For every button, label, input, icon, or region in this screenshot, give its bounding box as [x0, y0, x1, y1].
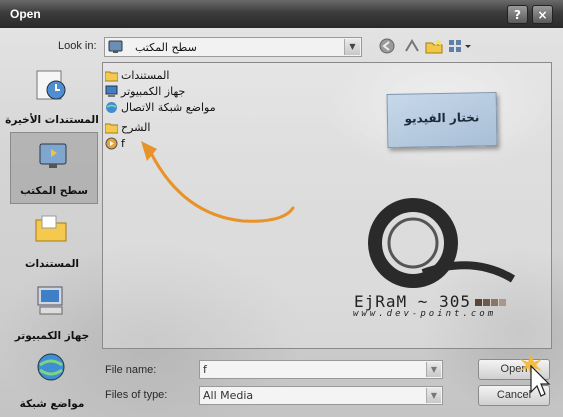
documents-folder-icon [105, 71, 118, 82]
place-my-documents[interactable]: المستندات [4, 206, 100, 276]
note-text: نختار الفيديو [404, 110, 480, 126]
folder-icon [105, 123, 118, 134]
mouse-cursor-icon [520, 354, 551, 397]
list-item[interactable]: f [105, 136, 125, 151]
desktop-icon [39, 143, 67, 168]
ejram-logo [368, 198, 516, 288]
title-bar[interactable]: Open ? × [0, 0, 563, 28]
file-type-label: Files of type: [105, 389, 168, 401]
place-label: المستندات الأخيرة [5, 114, 99, 126]
up-folder-icon[interactable] [403, 37, 421, 55]
place-recent-documents[interactable]: المستندات الأخيرة [4, 62, 100, 132]
list-item[interactable]: مواضع شبكة الاتصال [105, 100, 216, 115]
place-network[interactable]: مواضع شبكة [4, 346, 100, 416]
close-button[interactable]: × [532, 5, 553, 24]
desktop-icon [108, 40, 123, 53]
view-menu-icon[interactable] [448, 37, 472, 55]
file-list[interactable]: المستندات جهاز الكمبيوتر مواضع شبكة الات… [102, 62, 552, 349]
chevron-down-icon[interactable]: ▼ [344, 39, 360, 55]
place-label: مواضع شبكة [19, 398, 85, 410]
chevron-down-icon[interactable]: ▼ [426, 362, 441, 377]
annotation-note: نختار الفيديو [386, 92, 498, 148]
file-name-label: File name: [105, 364, 157, 376]
logo-squares [475, 296, 506, 309]
file-name: المستندات [121, 69, 170, 82]
network-places-icon [37, 353, 65, 381]
file-name: جهاز الكمبيوتر [121, 85, 186, 98]
place-desktop[interactable]: سطح المكتب [10, 132, 98, 204]
file-type-select[interactable]: All Media ▼ [199, 386, 443, 405]
place-label: المستندات [24, 258, 80, 270]
recent-documents-icon [36, 70, 66, 100]
place-label: جهاز الكمبيوتر [14, 330, 90, 342]
file-type-value: All Media [203, 389, 254, 402]
look-in-value: سطح المكتب [135, 41, 197, 54]
places-bar: المستندات الأخيرة سطح المكتب المستندات ج… [4, 62, 100, 412]
my-computer-icon [37, 286, 63, 315]
network-icon [106, 102, 117, 113]
look-in-combo[interactable]: سطح المكتب ▼ [104, 37, 362, 57]
window-title: Open [10, 7, 41, 21]
open-dialog: Open ? × Look in: سطح المكتب ▼ المستندات… [0, 0, 563, 417]
list-item[interactable]: المستندات [105, 68, 169, 83]
computer-icon [105, 85, 118, 97]
look-in-label: Look in: [58, 40, 97, 52]
file-name: مواضع شبكة الاتصال [121, 101, 216, 114]
logo-site: www.dev-point.com [353, 309, 497, 319]
place-label: سطح المكتب [20, 185, 88, 197]
list-item[interactable]: جهاز الكمبيوتر [105, 84, 185, 99]
file-name-value: f [203, 363, 207, 376]
chevron-down-icon[interactable]: ▼ [426, 388, 441, 403]
new-folder-icon[interactable] [425, 37, 443, 55]
media-file-icon [105, 137, 118, 150]
place-my-computer[interactable]: جهاز الكمبيوتر [4, 278, 100, 348]
help-button[interactable]: ? [507, 5, 528, 24]
back-icon[interactable] [378, 37, 396, 55]
file-name-field[interactable]: f ▼ [199, 360, 443, 379]
annotation-arrow [141, 141, 295, 223]
my-documents-icon [35, 215, 67, 242]
